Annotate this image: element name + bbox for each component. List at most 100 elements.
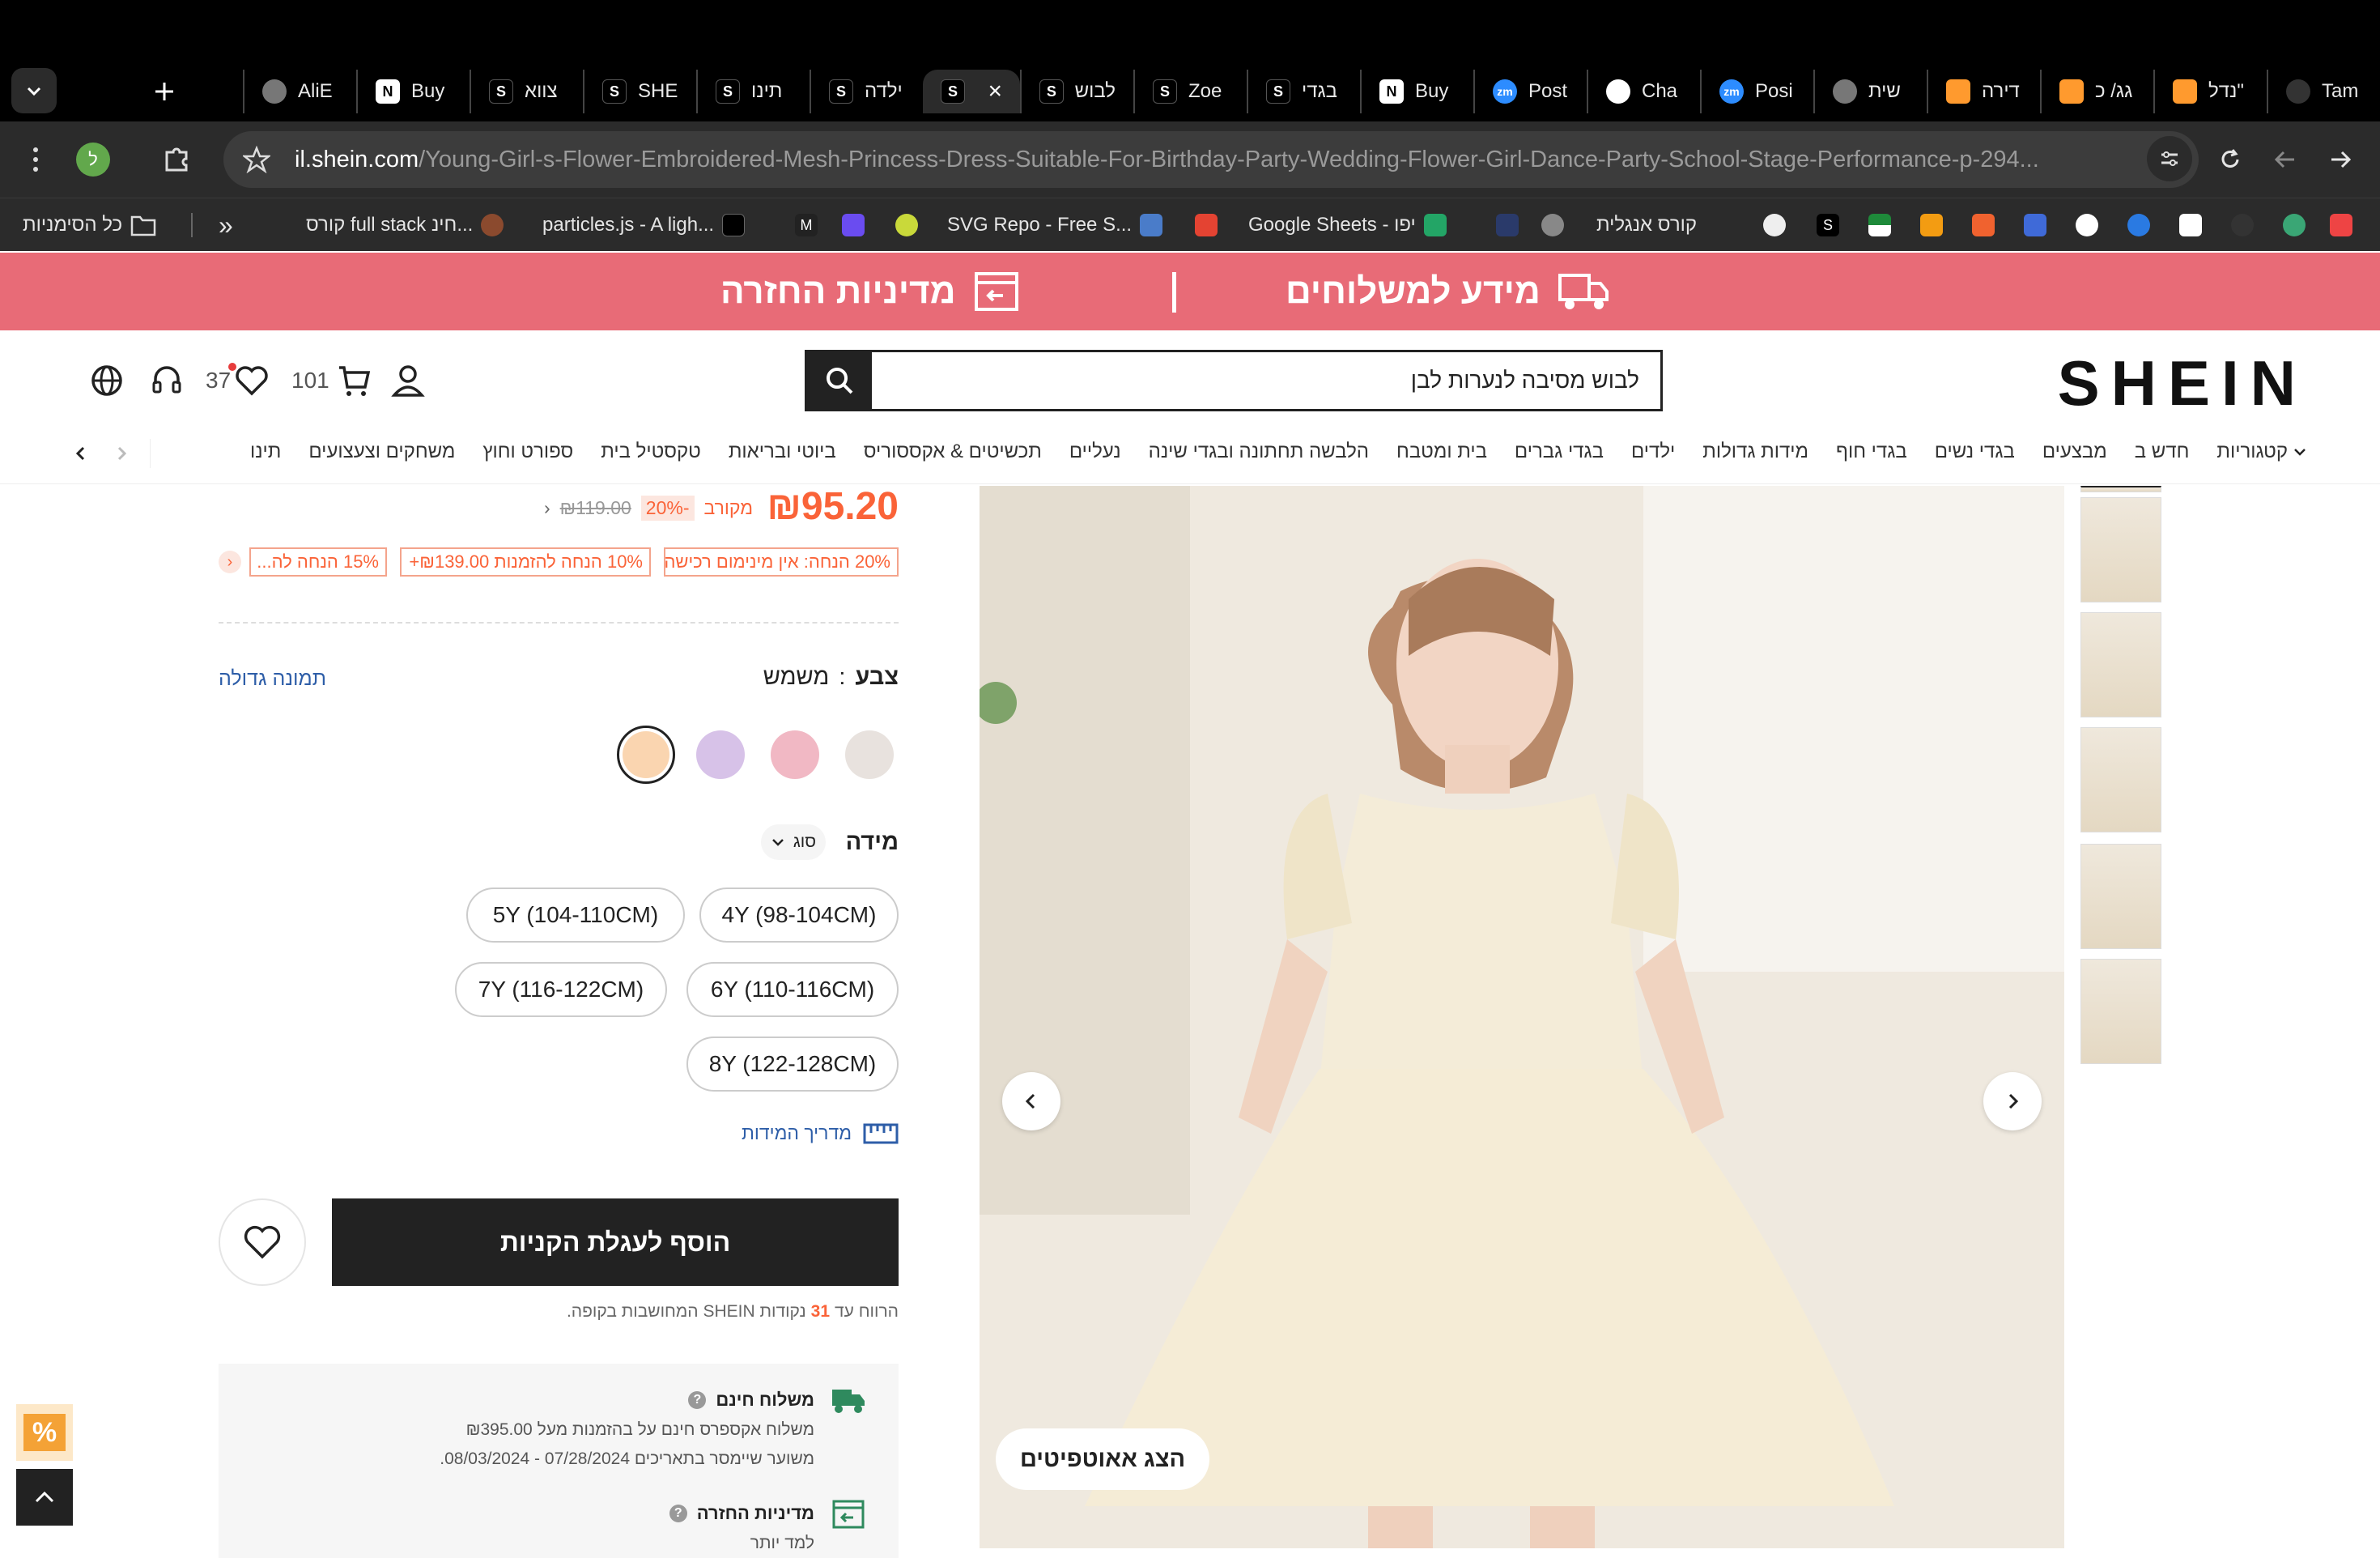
bookmark-item[interactable]: [1541, 198, 1564, 252]
search-button[interactable]: [807, 352, 872, 409]
nav-item[interactable]: משחקים וצעצועים: [308, 441, 455, 463]
tab[interactable]: שית: [1813, 70, 1927, 113]
bookmark-item[interactable]: [1496, 198, 1519, 252]
color-swatch[interactable]: [845, 730, 894, 779]
learn-more-link[interactable]: למד יותר: [750, 1534, 814, 1553]
tab[interactable]: S ילדה: [810, 70, 923, 113]
thumbnail[interactable]: [2080, 497, 2161, 602]
nav-item[interactable]: טקסטיל בית: [601, 441, 701, 463]
tab[interactable]: S צווא: [470, 70, 583, 113]
tab[interactable]: S לבוש: [1020, 70, 1133, 113]
coupon-tag[interactable]: 15% הנחה לה...: [249, 547, 387, 577]
nav-item[interactable]: תינו: [250, 441, 281, 463]
bookmark-item[interactable]: קורס full stack חינ...: [306, 198, 504, 252]
help-icon[interactable]: ?: [669, 1505, 687, 1522]
nav-item[interactable]: ספורט וחוץ: [482, 441, 573, 463]
nav-prev-arrows[interactable]: [73, 439, 151, 468]
color-swatch[interactable]: [696, 730, 745, 779]
size-type-dropdown[interactable]: סוג: [760, 824, 826, 860]
nav-item[interactable]: בגדי חוף: [1836, 441, 1907, 463]
bookmarks-overflow-button[interactable]: »: [219, 198, 233, 252]
nav-item[interactable]: מידות גדולות: [1702, 441, 1808, 463]
original-price-row[interactable]: מקורב -20% ₪119.00 ‹: [544, 496, 753, 521]
tab[interactable]: S SHE: [583, 70, 696, 113]
thumbnail[interactable]: [2080, 727, 2161, 832]
bookmark-item[interactable]: [895, 198, 918, 252]
nav-item[interactable]: בגדי נשים: [1935, 441, 2015, 463]
shein-logo[interactable]: SHEIN: [2058, 347, 2307, 420]
gallery-prev-button[interactable]: [1002, 1072, 1060, 1130]
tab[interactable]: zm Posi: [1700, 70, 1813, 113]
nav-item[interactable]: בית ומטבח: [1396, 441, 1487, 463]
forward-button[interactable]: [2320, 139, 2361, 180]
tab[interactable]: דירה: [1927, 70, 2040, 113]
tab[interactable]: Cha: [1587, 70, 1700, 113]
banner-returns-link[interactable]: מדיניות החזרה: [720, 269, 1019, 314]
bookmark-item[interactable]: particles.js - A ligh...: [542, 198, 746, 252]
search-input[interactable]: [872, 352, 1660, 409]
extensions-button[interactable]: [162, 144, 194, 177]
nav-item[interactable]: מבצעים: [2042, 441, 2107, 463]
nav-item[interactable]: בגדי גברים: [1515, 441, 1604, 463]
bookmark-item[interactable]: [1920, 198, 1943, 252]
help-icon[interactable]: ?: [688, 1391, 707, 1409]
tab[interactable]: נדל": [2153, 70, 2267, 113]
tab[interactable]: S Zoe: [1133, 70, 1247, 113]
nav-item[interactable]: נעליים: [1069, 441, 1121, 463]
coupon-tag[interactable]: 20% הנחה: אין מינימום רכישה: [664, 547, 899, 577]
back-button[interactable]: [2265, 139, 2306, 180]
thumbnail[interactable]: [2080, 612, 2161, 717]
banner-shipping-link[interactable]: מידע למשלוחים: [1286, 269, 1610, 314]
size-option[interactable]: 4Y (98-104CM): [699, 888, 899, 943]
coupon-tag[interactable]: 10% הנחה להזמנות ₪139.00+: [400, 547, 651, 577]
star-icon[interactable]: [243, 146, 270, 173]
bookmark-item[interactable]: Google Sheets - יפו: [1248, 198, 1447, 252]
tab[interactable]: Tam: [2267, 70, 2380, 113]
bookmark-item[interactable]: [1763, 198, 1786, 252]
size-option[interactable]: 6Y (110-116CM): [686, 962, 899, 1017]
color-swatch-selected[interactable]: [617, 726, 675, 784]
size-option[interactable]: 7Y (116-122CM): [455, 962, 667, 1017]
support-button[interactable]: [149, 363, 185, 398]
tab[interactable]: AliE: [243, 70, 356, 113]
bookmark-item[interactable]: [1868, 198, 1891, 252]
cart-button[interactable]: 101: [291, 363, 372, 398]
bookmark-item[interactable]: [1972, 198, 1995, 252]
url-bar[interactable]: il.shein.com/Young-Girl-s-Flower-Embroid…: [223, 131, 2199, 188]
bookmark-item[interactable]: [2231, 198, 2254, 252]
bookmark-item[interactable]: [1195, 198, 1218, 252]
account-button[interactable]: [390, 363, 426, 398]
bookmark-item[interactable]: SVG Repo - Free S...: [947, 198, 1163, 252]
close-tab-icon[interactable]: ×: [988, 78, 1002, 105]
nav-item[interactable]: תכשיטים & אקססוריס: [864, 441, 1042, 463]
size-option[interactable]: 8Y (122-128CM): [686, 1037, 899, 1092]
big-image-link[interactable]: תמונה גדולה: [219, 667, 326, 691]
color-swatch[interactable]: [771, 730, 819, 779]
thumbnail[interactable]: [2080, 959, 2161, 1064]
nav-item[interactable]: חדש ב: [2135, 441, 2190, 463]
view-outfits-button[interactable]: הצג אאוטפיטים: [996, 1428, 1209, 1490]
tab[interactable]: N Buy: [356, 70, 470, 113]
coupon-more-button[interactable]: ‹: [219, 551, 241, 573]
tab-search-button[interactable]: [11, 68, 57, 113]
thumbnail[interactable]: [2080, 844, 2161, 949]
bookmark-all[interactable]: כל הסימניות: [23, 198, 156, 252]
nav-item[interactable]: ילדים: [1631, 441, 1675, 463]
gallery-next-button[interactable]: [1983, 1072, 2042, 1130]
bookmark-item[interactable]: M: [795, 198, 818, 252]
back-to-top-button[interactable]: [16, 1469, 73, 1526]
add-to-cart-button[interactable]: הוסף לעגלת הקניות: [332, 1198, 899, 1286]
reload-button[interactable]: [2210, 139, 2250, 180]
wishlist-button[interactable]: 37: [206, 363, 270, 398]
new-tab-button[interactable]: [146, 73, 183, 110]
bookmark-item[interactable]: [2024, 198, 2046, 252]
bookmark-item[interactable]: [2330, 198, 2352, 252]
tab[interactable]: N Buy: [1360, 70, 1473, 113]
size-guide-link[interactable]: מדריך המידות: [742, 1122, 899, 1144]
tab-active[interactable]: S ×: [923, 70, 1020, 113]
discount-float-button[interactable]: %: [16, 1404, 73, 1461]
bookmark-item[interactable]: [2076, 198, 2098, 252]
tab[interactable]: S בגדי: [1247, 70, 1360, 113]
nav-item-categories[interactable]: קטגוריות: [2216, 441, 2307, 463]
bookmark-item[interactable]: S: [1817, 198, 1839, 252]
